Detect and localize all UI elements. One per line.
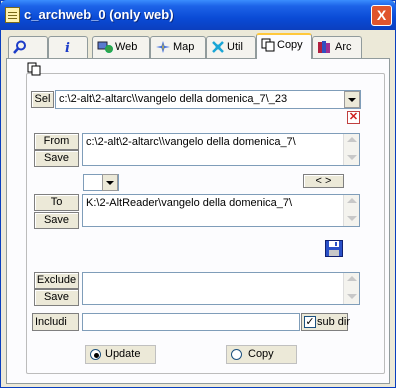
window-title: c_archweb_0 (only web) [24,7,174,22]
from-path-field[interactable]: c:\2-alt\2-altarc\\vangelo della domenic… [82,133,360,166]
sel-path-combo[interactable]: c:\2-alt\2-altarc\\vangelo della domenic… [55,90,361,109]
books-icon [318,41,330,53]
to-path-field[interactable]: K:\2-AltReader\vangelo della domenica_7\ [82,194,360,227]
exclude-save-button[interactable]: Save [34,289,79,306]
update-radio[interactable] [90,349,101,360]
sel-button[interactable]: Sel [31,91,54,108]
update-option[interactable]: Update [85,345,156,364]
tab-map[interactable]: Map [150,36,206,58]
subdir-label: sub dir [317,316,351,328]
tab-label: Util [227,40,243,53]
tab-label: Arc [335,40,352,53]
sel-dropdown-button[interactable] [344,91,360,108]
to-save-button[interactable]: Save [34,212,79,229]
tab-label: Map [173,40,195,53]
exclude-button[interactable]: Exclude [34,272,79,289]
scroll-down-icon[interactable] [347,216,357,221]
scroll-up-icon[interactable] [347,276,357,281]
tab-arc[interactable]: Arc [312,36,362,58]
tab-label: Web [115,40,138,53]
clear-icon[interactable]: ✕ [347,111,360,124]
from-scrollbar[interactable] [343,134,359,165]
copy-radio[interactable] [231,349,242,360]
scroll-up-icon[interactable] [347,137,357,142]
close-button[interactable]: X [371,5,392,26]
floppy-save-icon[interactable] [325,240,343,257]
tab-util[interactable]: Util [206,36,256,58]
svg-text:i: i [65,41,70,54]
scroll-up-icon[interactable] [347,198,357,203]
includi-field[interactable] [82,313,300,331]
map-icon [156,41,170,53]
copy-option[interactable]: Copy [226,345,297,364]
to-path-value: K:\2-AltReader\vangelo della domenica_7\ [86,197,293,209]
tab-web[interactable]: Web [92,36,150,58]
scroll-down-icon[interactable] [347,294,357,299]
util-icon [212,41,224,53]
exclude-field[interactable] [82,272,360,305]
to-button[interactable]: To [34,194,79,211]
scroll-down-icon[interactable] [347,155,357,160]
sel-path-value: c:\2-alt\2-altarc\\vangelo della domenic… [59,93,288,105]
copy-icon [261,38,275,52]
copy-label: Copy [248,348,274,360]
web-icon [97,41,113,53]
subdir-option[interactable]: ✓ sub dir [301,313,351,331]
info-icon: i [65,41,70,54]
tab-label: Copy [277,38,303,51]
tab-search[interactable] [8,36,48,58]
swap-button[interactable]: < > [303,174,344,188]
from-path-value: c:\2-alt\2-altarc\\vangelo della domenic… [86,136,296,148]
includi-label: Includi [32,313,79,331]
update-label: Update [105,348,141,360]
tab-copy[interactable]: Copy [256,33,312,59]
subdir-checkbox[interactable]: ✓ [304,316,316,328]
copy-icon [27,62,41,76]
to-scrollbar[interactable] [343,195,359,226]
magnifier-icon [13,40,26,54]
drive-dropdown-button[interactable] [102,174,118,191]
notepad-icon [5,7,20,23]
from-button[interactable]: From [34,133,79,150]
exclude-scrollbar[interactable] [343,273,359,304]
tab-info[interactable]: i [48,36,88,58]
from-save-button[interactable]: Save [34,150,79,167]
